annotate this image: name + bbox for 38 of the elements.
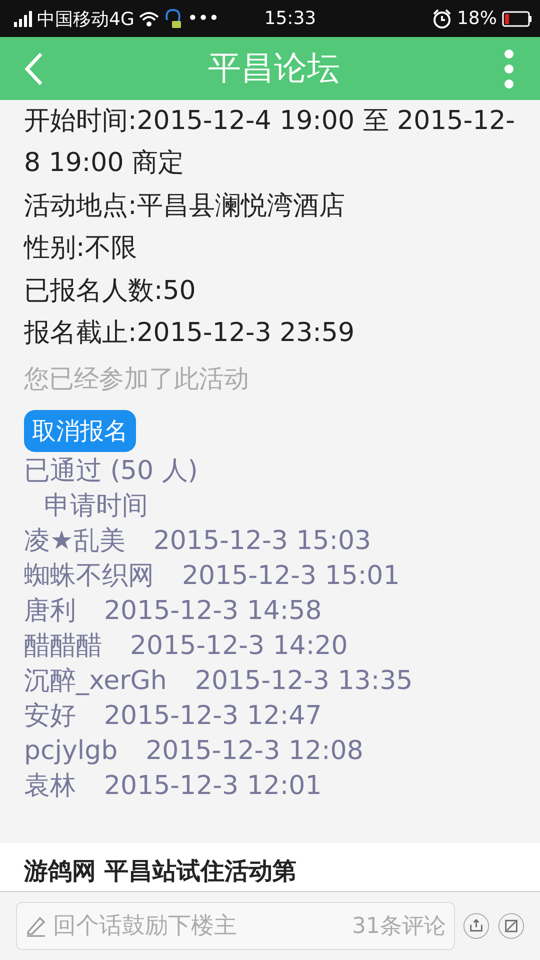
signup-time: 2015-12-3 14:20 — [130, 631, 348, 662]
wifi-icon — [139, 10, 160, 26]
signup-time: 2015-12-3 13:35 — [194, 666, 413, 696]
reply-field[interactable]: 回个话鼓励下楼主 31条评论 — [16, 902, 455, 950]
clock-time: 15:33 — [264, 8, 316, 29]
participant-name: 安好 — [24, 701, 76, 732]
battery-icon — [502, 10, 532, 26]
joined-notice: 您已经参加了此活动 — [24, 363, 250, 396]
signup-time: 2015-12-3 14:58 — [104, 596, 322, 626]
comment-count[interactable]: 31条评论 — [352, 911, 446, 941]
participant-name: 蜘蛛不织网 — [24, 561, 154, 592]
signup-time: 2015-12-3 12:08 — [146, 736, 364, 766]
event-detail: 报名截止:2015-12-3 23:59 — [24, 317, 356, 350]
participant-name: 唐利 — [24, 596, 76, 626]
participant-name: 沉醉_xerGh — [24, 666, 167, 696]
participant-name: 凌★乱美 — [24, 526, 126, 556]
signal-icon — [14, 10, 32, 26]
event-detail: 开始时间:2015-12-4 19:00 至 2015-12-8 19:00 商定 — [24, 105, 516, 180]
battery-percent: 18% — [456, 8, 497, 29]
cancel-signup-button[interactable]: 取消报名 — [24, 410, 136, 452]
participant-name: pcjylgb — [24, 736, 118, 766]
next-post-title[interactable]: 游鸽网 平昌站试住活动第 — [24, 857, 296, 885]
participant-name: 醋醋醋 — [24, 631, 102, 662]
signup-time: 2015-12-3 12:01 — [104, 771, 322, 802]
approved-count: 已通过 (50 人) — [24, 455, 199, 488]
column-heading: 申请时间 — [43, 490, 149, 524]
alarm-clock-icon — [432, 8, 452, 28]
participant-name: 袁林 — [24, 771, 76, 802]
pencil-icon — [25, 915, 47, 937]
page-title: 平昌论坛 — [208, 47, 340, 89]
signup-time: 2015-12-3 15:01 — [182, 561, 400, 592]
event-detail: 活动地点:平昌县澜悦湾酒店 — [24, 190, 346, 223]
more-indicator: ••• — [187, 8, 220, 29]
event-detail: 性别:不限 — [24, 232, 138, 266]
carrier-name: 中国移动4G — [37, 8, 134, 30]
event-detail: 已报名人数:50 — [24, 274, 197, 308]
signup-time: 2015-12-3 15:03 — [153, 526, 372, 556]
signup-time: 2015-12-3 12:47 — [104, 701, 322, 732]
